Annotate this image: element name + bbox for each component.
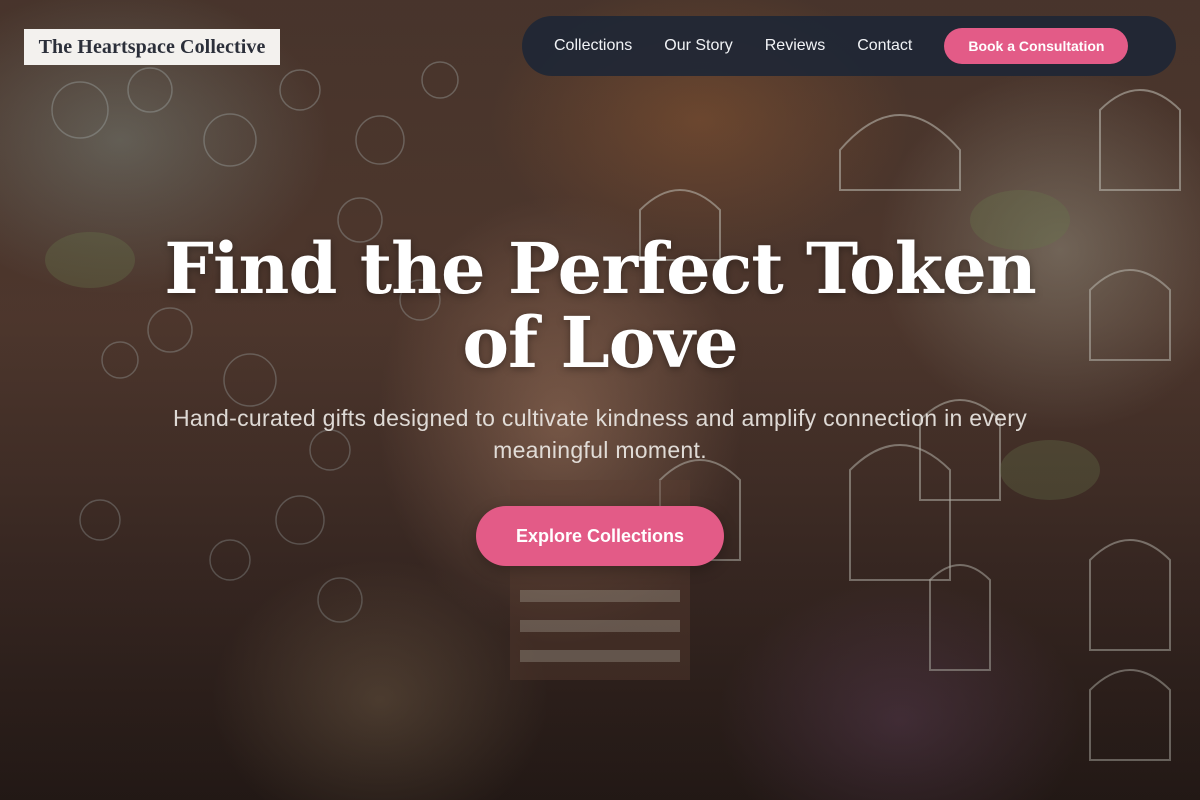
nav-link-reviews[interactable]: Reviews (765, 37, 825, 55)
brand-logo[interactable]: The Heartspace Collective (24, 29, 280, 65)
hero-title: Find the Perfect Token of Love (164, 227, 1036, 384)
nav-link-our-story[interactable]: Our Story (664, 37, 732, 55)
hero-subtitle: Hand-curated gifts designed to cultivate… (172, 405, 1028, 463)
nav-link-collections[interactable]: Collections (554, 37, 632, 55)
hero-overlay (0, 0, 1200, 800)
main-navigation: Collections Our Story Reviews Contact Bo… (522, 16, 1176, 76)
explore-collections-button[interactable]: Explore Collections (476, 506, 724, 566)
brand-name: The Heartspace Collective (38, 35, 266, 58)
book-consultation-button[interactable]: Book a Consultation (944, 28, 1129, 64)
nav-link-contact[interactable]: Contact (857, 37, 912, 55)
